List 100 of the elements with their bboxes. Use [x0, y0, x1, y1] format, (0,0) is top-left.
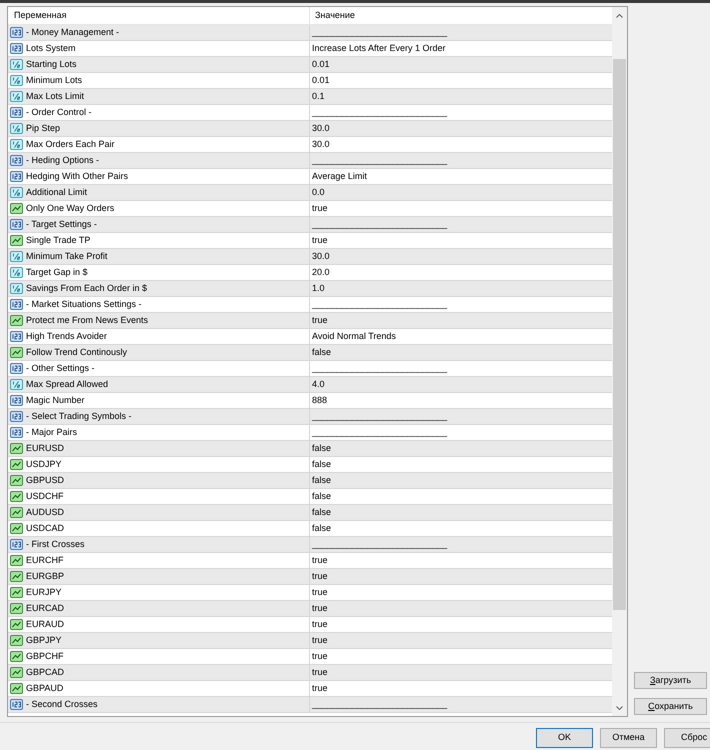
parameter-name: GBPAUD	[26, 682, 64, 695]
table-row[interactable]: Max Orders Each Pair 30.0	[8, 137, 612, 153]
parameter-name: - Heding Options -	[26, 154, 100, 167]
table-row[interactable]: - Major Pairs ___________________________	[8, 425, 612, 441]
table-row[interactable]: Max Lots Limit 0.1	[8, 89, 612, 105]
table-row[interactable]: EURCAD true	[8, 601, 612, 617]
parameter-value: ___________________________	[312, 154, 448, 167]
parameter-name: GBPUSD	[26, 474, 64, 487]
table-row[interactable]: Protect me From News Events true	[8, 313, 612, 329]
parameter-name: GBPCAD	[26, 666, 64, 679]
scrollbar-thumb[interactable]	[613, 59, 626, 610]
line-chart-icon	[10, 635, 23, 646]
table-row[interactable]: Lots System Increase Lots After Every 1 Order	[8, 41, 612, 57]
table-row[interactable]: EURGBP true	[8, 569, 612, 585]
chevron-up-icon	[616, 14, 623, 18]
table-row[interactable]: - First Crosses ___________________________	[8, 537, 612, 553]
parameter-value: ___________________________	[312, 362, 448, 375]
chevron-down-icon	[616, 706, 623, 710]
parameter-name: - Major Pairs	[26, 426, 78, 439]
table-row[interactable]: - Heding Options - ___________________________	[8, 153, 612, 169]
parameter-name: Target Gap in $	[26, 266, 88, 279]
table-row[interactable]: GBPCHF true	[8, 649, 612, 665]
parameter-name: EURAUD	[26, 618, 64, 631]
table-row[interactable]: - Market Situations Settings - ___________________________	[8, 297, 612, 313]
line-chart-icon	[10, 667, 23, 678]
parameter-value: false	[312, 474, 332, 487]
parameter-value: true	[312, 634, 328, 647]
table-row[interactable]: GBPCAD true	[8, 665, 612, 681]
table-row[interactable]: Savings From Each Order in $ 1.0	[8, 281, 612, 297]
table-row[interactable]: GBPAUD true	[8, 681, 612, 697]
parameter-name: Follow Trend Continously	[26, 346, 128, 359]
parameter-name: Starting Lots	[26, 58, 77, 71]
parameter-value: 4.0	[312, 378, 325, 391]
table-row[interactable]: EURCHF true	[8, 553, 612, 569]
table-row[interactable]: Pip Step 30.0	[8, 121, 612, 137]
number-type-icon	[10, 395, 23, 406]
parameter-name: Hedging With Other Pairs	[26, 170, 128, 183]
scrollbar-track[interactable]	[612, 7, 627, 716]
table-row[interactable]: - Order Control - ___________________________	[8, 105, 612, 121]
parameter-name: GBPJPY	[26, 634, 62, 647]
parameter-value: 0.1	[312, 90, 325, 103]
parameter-value: 30.0	[312, 122, 330, 135]
parameter-value: false	[312, 522, 332, 535]
side-button[interactable]: Загрузить	[634, 672, 707, 689]
dialog-button[interactable]: Отмена	[600, 728, 657, 748]
parameter-value: ___________________________	[312, 106, 448, 119]
side-button[interactable]: Сохранить	[634, 698, 707, 715]
parameter-name: - Money Management -	[26, 26, 120, 39]
table-row[interactable]: GBPJPY true	[8, 633, 612, 649]
table-row[interactable]: - Target Settings - ___________________________	[8, 217, 612, 233]
parameter-value: ___________________________	[312, 410, 448, 423]
table-row[interactable]: - Other Settings - ___________________________	[8, 361, 612, 377]
table-row[interactable]: Follow Trend Continously false	[8, 345, 612, 361]
parameter-name: Max Lots Limit	[26, 90, 84, 103]
table-row[interactable]: USDJPY false	[8, 457, 612, 473]
table-row[interactable]: Minimum Take Profit 30.0	[8, 249, 612, 265]
parameter-value: true	[312, 682, 328, 695]
parameter-value: ___________________________	[312, 218, 448, 231]
table-row[interactable]: Only One Way Orders true	[8, 201, 612, 217]
line-chart-icon	[10, 651, 23, 662]
parameter-name: Max Spread Allowed	[26, 378, 108, 391]
dialog-button[interactable]: Сброс	[664, 728, 710, 748]
table-row[interactable]: Additional Limit 0.0	[8, 185, 612, 201]
table-row[interactable]: Magic Number 888	[8, 393, 612, 409]
table-row[interactable]: - Second Crosses ___________________________	[8, 697, 612, 713]
table-row[interactable]: EURJPY true	[8, 585, 612, 601]
parameter-value: 20.0	[312, 266, 330, 279]
parameter-value: true	[312, 314, 328, 327]
table-row[interactable]: AUDUSD false	[8, 505, 612, 521]
parameter-name: - Market Situations Settings -	[26, 298, 142, 311]
fraction-icon	[10, 251, 23, 262]
table-row[interactable]: USDCAD false	[8, 521, 612, 537]
parameter-name: AUDUSD	[26, 506, 64, 519]
dialog-button[interactable]: OK	[536, 728, 593, 748]
table-row[interactable]: Hedging With Other Pairs Average Limit	[8, 169, 612, 185]
table-row[interactable]: - Money Management - ___________________________	[8, 25, 612, 41]
parameter-value: false	[312, 442, 332, 455]
parameter-value: Avoid Normal Trends	[312, 330, 396, 343]
table-row[interactable]: EURUSD false	[8, 441, 612, 457]
table-row[interactable]: Single Trade TP true	[8, 233, 612, 249]
line-chart-icon	[10, 475, 23, 486]
table-row[interactable]: Target Gap in $ 20.0	[8, 265, 612, 281]
table-row[interactable]: Minimum Lots 0.01	[8, 73, 612, 89]
table-row[interactable]: Max Spread Allowed 4.0	[8, 377, 612, 393]
number-type-icon	[10, 155, 23, 166]
parameter-value: ___________________________	[312, 698, 448, 711]
table-row[interactable]: - Select Trading Symbols - ___________________________	[8, 409, 612, 425]
table-row[interactable]: EURAUD true	[8, 617, 612, 633]
parameter-name: Protect me From News Events	[26, 314, 148, 327]
table-row[interactable]: High Trends Avoider Avoid Normal Trends	[8, 329, 612, 345]
fraction-icon	[10, 283, 23, 294]
fraction-icon	[10, 187, 23, 198]
table-row[interactable]: Starting Lots 0.01	[8, 57, 612, 73]
parameter-name: - Target Settings -	[26, 218, 97, 231]
line-chart-icon	[10, 203, 23, 214]
parameter-name: Max Orders Each Pair	[26, 138, 115, 151]
parameter-value: true	[312, 234, 328, 247]
table-row[interactable]: GBPUSD false	[8, 473, 612, 489]
parameter-value: true	[312, 202, 328, 215]
table-row[interactable]: USDCHF false	[8, 489, 612, 505]
